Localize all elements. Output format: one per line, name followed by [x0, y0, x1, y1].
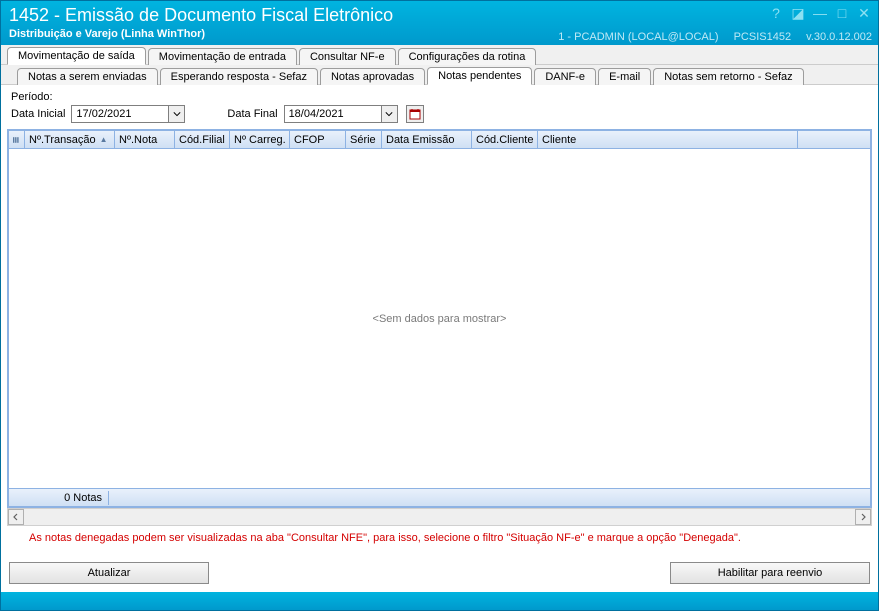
help-icon[interactable]: ? [768, 5, 784, 21]
close-icon[interactable]: ✕ [856, 5, 872, 21]
scroll-track[interactable] [24, 509, 855, 525]
date-initial-input[interactable] [71, 105, 185, 123]
column-header[interactable]: Cód.Filial [175, 131, 230, 148]
column-header[interactable]: Cód.Cliente [472, 131, 538, 148]
tab-notas-pendentes[interactable]: Notas pendentes [427, 67, 532, 85]
date-initial-label: Data Inicial [11, 108, 65, 120]
period-label: Período: [11, 91, 868, 103]
maximize-icon[interactable]: □ [834, 5, 850, 21]
resend-button[interactable]: Habilitar para reenvio [670, 562, 870, 584]
grid-header: Nº.Transação▲Nº.NotaCód.FilialNº Carreg.… [9, 131, 870, 149]
titlebar: 1452 - Emissão de Documento Fiscal Eletr… [1, 1, 878, 45]
chevron-down-icon[interactable] [381, 106, 397, 122]
info-text: As notas denegadas podem ser visualizada… [1, 526, 878, 544]
column-header[interactable]: Data Emissão [382, 131, 472, 148]
calendar-button[interactable] [406, 105, 424, 123]
column-header[interactable]: Nº Carreg. [230, 131, 290, 148]
chevron-down-icon[interactable] [168, 106, 184, 122]
tab-notas-aprovadas[interactable]: Notas aprovadas [320, 68, 425, 85]
window-title: 1452 - Emissão de Documento Fiscal Eletr… [9, 5, 870, 26]
status-version: v.30.0.12.002 [806, 31, 872, 43]
tab-notas-a-serem-enviadas[interactable]: Notas a serem enviadas [17, 68, 158, 85]
tab-movimenta-o-de-sa-da[interactable]: Movimentação de saída [7, 47, 146, 65]
sub-tabs: Notas a serem enviadasEsperando resposta… [1, 65, 878, 85]
grid-empty-text: <Sem dados para mostrar> [373, 313, 507, 325]
date-initial-field[interactable] [72, 106, 168, 122]
column-header[interactable]: Série [346, 131, 382, 148]
grid-footer: 0 Notas [9, 488, 870, 506]
tab-e-mail[interactable]: E-mail [598, 68, 651, 85]
column-header[interactable]: CFOP [290, 131, 346, 148]
scroll-right-icon[interactable] [855, 509, 871, 525]
status-text: 1 - PCADMIN (LOCAL@LOCAL) PCSIS1452 v.30… [546, 31, 872, 43]
date-final-label: Data Final [227, 108, 277, 120]
column-header[interactable]: Nº.Transação▲ [25, 131, 115, 148]
bottom-statusbar [1, 592, 878, 610]
edit-icon[interactable]: ◪ [790, 5, 806, 21]
update-button[interactable]: Atualizar [9, 562, 209, 584]
column-header[interactable]: Cliente [538, 131, 798, 148]
period-filter: Período: Data Inicial Data Final [1, 85, 878, 129]
column-header[interactable]: Nº.Nota [115, 131, 175, 148]
tab-consultar-nf-e[interactable]: Consultar NF-e [299, 48, 396, 65]
window-buttons: ? ◪ — □ ✕ [768, 5, 872, 21]
tab-configura-es-da-rotina[interactable]: Configurações da rotina [398, 48, 537, 65]
grid-footer-count: 0 Notas [9, 491, 109, 505]
sort-asc-icon: ▲ [100, 135, 108, 144]
button-row: Atualizar Habilitar para reenvio [1, 544, 878, 592]
scroll-left-icon[interactable] [8, 509, 24, 525]
minimize-icon[interactable]: — [812, 5, 828, 21]
tab-danf-e[interactable]: DANF-e [534, 68, 596, 85]
main-tabs: Movimentação de saídaMovimentação de ent… [1, 45, 878, 65]
tab-esperando-resposta-sefaz[interactable]: Esperando resposta - Sefaz [160, 68, 318, 85]
horizontal-scrollbar[interactable] [7, 508, 872, 526]
date-final-input[interactable] [284, 105, 398, 123]
status-user: 1 - PCADMIN (LOCAL@LOCAL) [558, 31, 718, 43]
date-final-field[interactable] [285, 106, 381, 122]
content-area: Período: Data Inicial Data Final [1, 85, 878, 592]
data-grid: Nº.Transação▲Nº.NotaCód.FilialNº Carreg.… [7, 129, 872, 508]
status-module: PCSIS1452 [734, 31, 791, 43]
tab-notas-sem-retorno-sefaz[interactable]: Notas sem retorno - Sefaz [653, 68, 803, 85]
grid-body: <Sem dados para mostrar> [9, 149, 870, 488]
tab-movimenta-o-de-entrada[interactable]: Movimentação de entrada [148, 48, 297, 65]
column-selector-icon[interactable] [9, 131, 25, 148]
